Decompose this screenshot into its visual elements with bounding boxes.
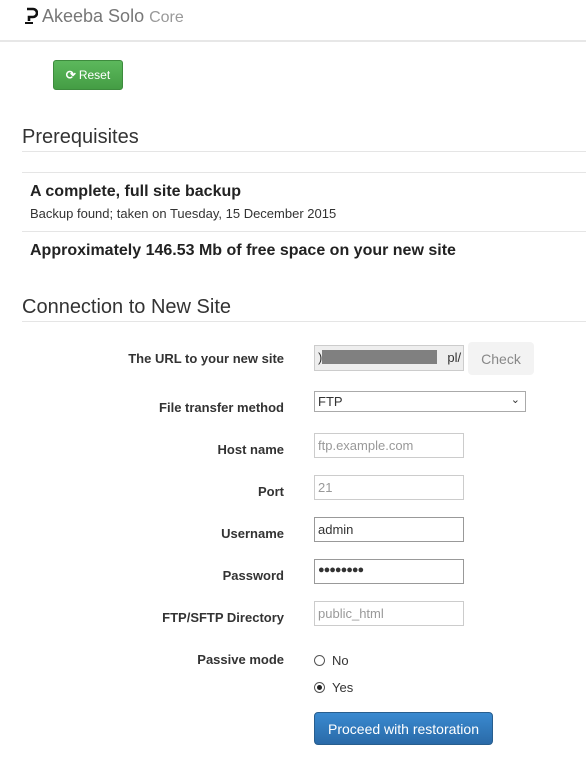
backup-status: Backup found; taken on Tuesday, 15 Decem… (30, 206, 337, 221)
password-label: Password (222, 568, 284, 583)
host-label: Host name (217, 442, 284, 457)
app-title: Akeeba Solo (42, 6, 145, 26)
app-logo[interactable]: Akeeba Solo Core (24, 6, 184, 27)
backup-title: A complete, full site backup (30, 183, 242, 200)
divider (22, 172, 586, 173)
free-space: Approximately 146.53 Mb of free space on… (30, 242, 456, 259)
method-select[interactable]: FTP ⌄ (314, 391, 526, 412)
reset-button[interactable]: ⟳ Reset (53, 60, 123, 90)
port-label: Port (258, 484, 284, 499)
app-edition: Core (149, 9, 184, 26)
chevron-down-icon: ⌄ (510, 394, 520, 406)
proceed-button[interactable]: Proceed with restoration (314, 712, 493, 745)
header: Akeeba Solo Core (0, 0, 586, 42)
host-input[interactable]: ftp.example.com (314, 433, 464, 458)
username-input[interactable]: admin (314, 517, 464, 542)
url-label: The URL to your new site (128, 351, 284, 366)
redaction (322, 350, 438, 364)
method-label: File transfer method (159, 400, 284, 415)
directory-label: FTP/SFTP Directory (162, 610, 284, 625)
prerequisites-heading: Prerequisites (22, 126, 139, 148)
username-label: Username (221, 526, 284, 541)
reset-label: Reset (78, 68, 111, 82)
divider (22, 231, 586, 232)
passive-label: Passive mode (197, 652, 284, 667)
divider (22, 151, 586, 152)
directory-input[interactable]: public_html (314, 601, 464, 626)
akeeba-logo-icon (25, 7, 39, 24)
check-button[interactable]: Check (468, 342, 534, 375)
refresh-icon: ⟳ (65, 68, 76, 82)
password-input[interactable]: ●●●●●●●● (314, 559, 464, 584)
divider (22, 321, 586, 322)
connection-heading: Connection to New Site (22, 296, 232, 318)
passive-no-radio[interactable]: No (314, 653, 349, 668)
passive-yes-radio[interactable]: Yes (314, 680, 353, 695)
url-input[interactable]: ) pl/ (314, 345, 464, 371)
port-input[interactable]: 21 (314, 475, 464, 500)
